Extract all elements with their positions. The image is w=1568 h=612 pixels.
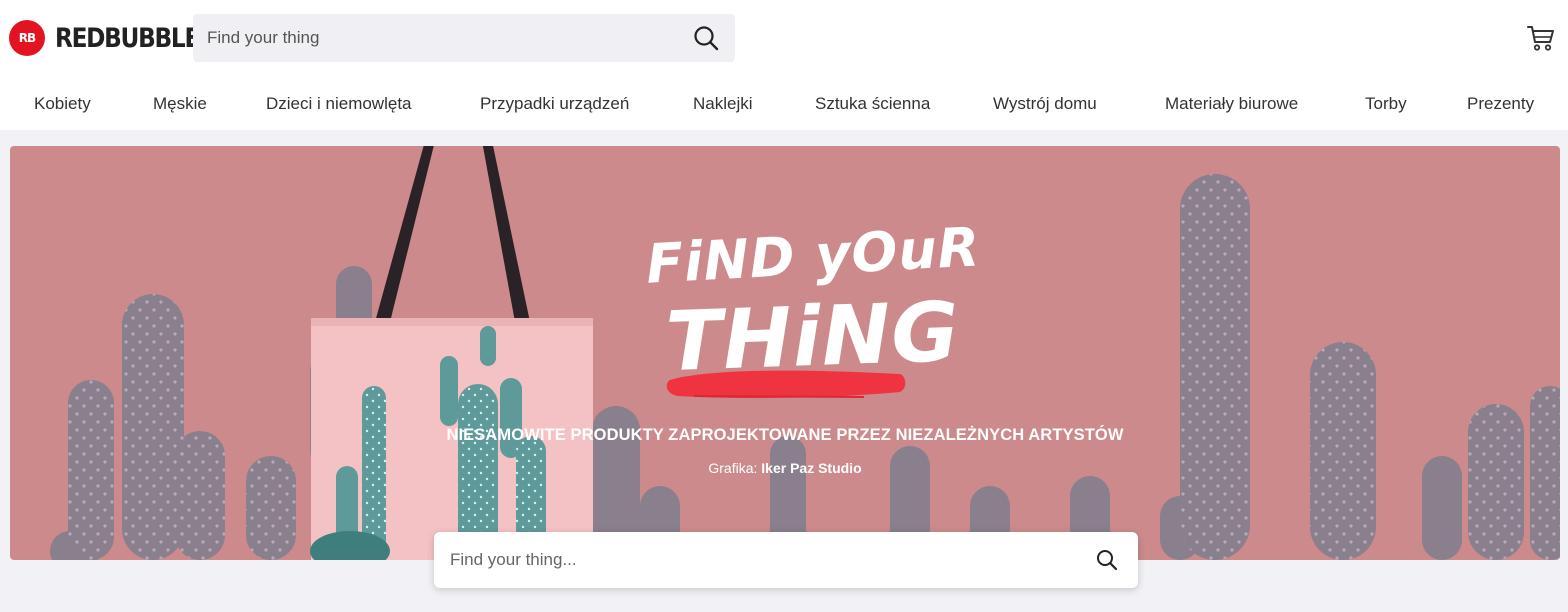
nav-item-naklejki[interactable]: Naklejki — [693, 94, 753, 114]
nav-item-kobiety[interactable]: Kobiety — [34, 94, 91, 114]
hero-search-input[interactable] — [450, 550, 1092, 570]
credit-label: Grafika: — [708, 460, 758, 476]
logo-mark-icon: RB — [9, 20, 45, 56]
logo-wordmark: REDBUBBLE — [55, 22, 200, 54]
nav-item-meskie[interactable]: Męskie — [153, 94, 207, 114]
hero-subtitle: NIESAMOWITE PRODUKTY ZAPROJEKTOWANE PRZE… — [446, 426, 1124, 444]
nav-item-torby[interactable]: Torby — [1365, 94, 1407, 114]
site-header: RB REDBUBBLE Kobiety Męskie Dzieci i nie… — [0, 0, 1568, 130]
header-search-bar — [193, 14, 735, 62]
redbubble-logo[interactable]: RB REDBUBBLE — [9, 20, 222, 56]
credit-artist-link[interactable]: Iker Paz Studio — [761, 460, 861, 476]
nav-item-wystroj[interactable]: Wystrój domu — [993, 94, 1097, 114]
hero-search-bar — [434, 532, 1138, 588]
header-search-input[interactable] — [207, 28, 691, 48]
category-nav: Kobiety Męskie Dzieci i niemowlęta Przyp… — [0, 84, 1568, 124]
cart-icon[interactable] — [1526, 24, 1556, 52]
nav-item-przypadki[interactable]: Przypadki urządzeń — [480, 94, 629, 114]
nav-item-materialy[interactable]: Materiały biurowe — [1165, 94, 1298, 114]
hero-title-line1: FiND yOuR — [644, 215, 982, 296]
search-icon[interactable] — [691, 23, 721, 53]
nav-item-dzieci[interactable]: Dzieci i niemowlęta — [266, 94, 412, 114]
hero-banner[interactable]: FiND yOuR THiNG NIESAMOWITE PRODUKTY ZAP… — [10, 146, 1560, 560]
search-icon[interactable] — [1092, 545, 1122, 575]
nav-item-prezenty[interactable]: Prezenty — [1467, 94, 1534, 114]
hero-title-line2: THiNG — [664, 284, 962, 391]
hero-credit: Grafika: Iker Paz Studio — [10, 460, 1560, 476]
hero-title: FiND yOuR THiNG — [645, 215, 982, 414]
nav-item-sztuka[interactable]: Sztuka ścienna — [815, 94, 930, 114]
